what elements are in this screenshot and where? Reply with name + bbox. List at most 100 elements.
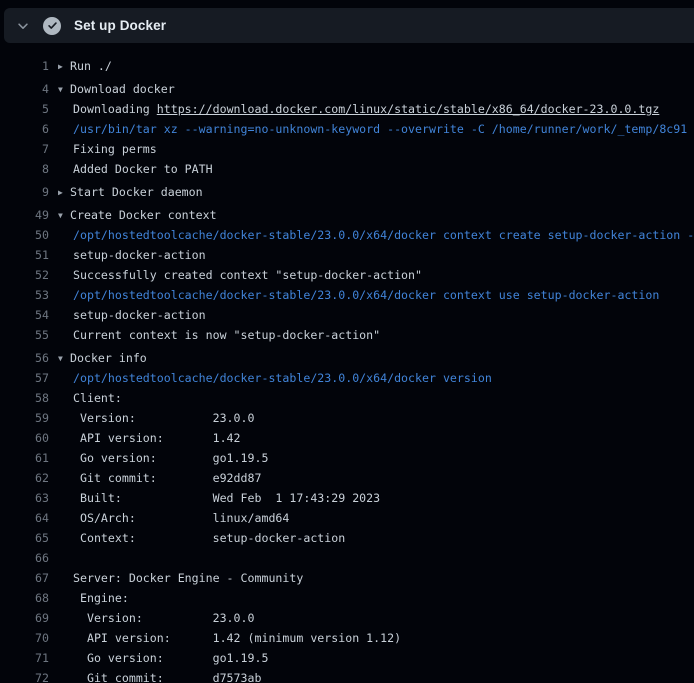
line-number[interactable]: 57 (0, 368, 49, 388)
log-group-title[interactable]: ▼Create Docker context (58, 205, 217, 225)
log-text-span: /opt/hostedtoolcache/docker-stable/23.0.… (73, 228, 694, 242)
line-number[interactable]: 60 (0, 428, 49, 448)
log-text-span: Create Docker context (70, 208, 217, 222)
line-number[interactable]: 54 (0, 305, 49, 325)
log-text: /opt/hostedtoolcache/docker-stable/23.0.… (58, 225, 694, 245)
log-line: 60 API version: 1.42 (0, 428, 694, 448)
step-title: Set up Docker (74, 18, 166, 33)
log-text-span: Version: 23.0.0 (73, 411, 254, 425)
log-text-span: Current context is now "setup-docker-act… (73, 328, 380, 342)
log-line: 56 ▼Docker info (0, 348, 694, 368)
log-text-span: Git commit: d7573ab (73, 671, 261, 683)
line-number[interactable]: 72 (0, 668, 49, 683)
log-text-span: Fixing perms (73, 142, 157, 156)
step-header[interactable]: Set up Docker (4, 8, 694, 43)
line-number[interactable]: 56 (0, 348, 49, 368)
log-text: Version: 23.0.0 (58, 608, 254, 628)
line-number[interactable]: 59 (0, 408, 49, 428)
log-url-link[interactable]: https://download.docker.com/linux/static… (157, 102, 660, 116)
line-number[interactable]: 50 (0, 225, 49, 245)
log-text: Fixing perms (58, 139, 157, 159)
line-number[interactable]: 64 (0, 508, 49, 528)
log-text: Git commit: d7573ab (58, 668, 261, 683)
log-group-title[interactable]: ▼Docker info (58, 348, 147, 368)
line-number[interactable]: 8 (0, 159, 49, 179)
log-text: Successfully created context "setup-dock… (58, 265, 422, 285)
log-text-span: Downloading (73, 102, 157, 116)
log-text-span: Docker info (70, 351, 147, 365)
log-text-span: API version: 1.42 (minimum version 1.12) (73, 631, 401, 645)
log-group-title[interactable]: ▶Start Docker daemon (58, 182, 203, 202)
log-line: 8 Added Docker to PATH (0, 159, 694, 179)
triangle-down-icon[interactable]: ▼ (58, 206, 70, 226)
log-text-span: OS/Arch: linux/amd64 (73, 511, 289, 525)
log-text: API version: 1.42 (58, 428, 241, 448)
log-line: 67 Server: Docker Engine - Community (0, 568, 694, 588)
line-number[interactable]: 53 (0, 285, 49, 305)
log-text: setup-docker-action (58, 305, 206, 325)
line-number[interactable]: 49 (0, 205, 49, 225)
chevron-down-icon[interactable] (16, 19, 30, 33)
line-number[interactable]: 63 (0, 488, 49, 508)
log-text-span: Go version: go1.19.5 (73, 651, 268, 665)
line-number[interactable]: 66 (0, 548, 49, 568)
log-text: /opt/hostedtoolcache/docker-stable/23.0.… (58, 368, 492, 388)
log-text: Engine: (58, 588, 129, 608)
line-number[interactable]: 69 (0, 608, 49, 628)
log-line: 50/opt/hostedtoolcache/docker-stable/23.… (0, 225, 694, 245)
log-text-span: Server: Docker Engine - Community (73, 571, 303, 585)
log-line: 70 API version: 1.42 (minimum version 1.… (0, 628, 694, 648)
log-line: 59 Version: 23.0.0 (0, 408, 694, 428)
line-number[interactable]: 9 (0, 182, 49, 202)
line-number[interactable]: 68 (0, 588, 49, 608)
log-line: 54 setup-docker-action (0, 305, 694, 325)
line-number[interactable]: 67 (0, 568, 49, 588)
line-number[interactable]: 70 (0, 628, 49, 648)
line-number[interactable]: 65 (0, 528, 49, 548)
log-text-span: Successfully created context "setup-dock… (73, 268, 422, 282)
line-number[interactable]: 55 (0, 325, 49, 345)
log-line: 63 Built: Wed Feb 1 17:43:29 2023 (0, 488, 694, 508)
log-text-span: Run ./ (70, 59, 112, 73)
log-text-span: Added Docker to PATH (73, 162, 213, 176)
line-number[interactable]: 1 (0, 56, 49, 76)
log-text: /usr/bin/tar xz --warning=no-unknown-key… (58, 119, 687, 139)
log-text-span: Git commit: e92dd87 (73, 471, 261, 485)
log-line: 49 ▼Create Docker context (0, 205, 694, 225)
log-lines[interactable]: 1▶Run ./4▼Download docker5Downloading ht… (0, 43, 694, 683)
log-line: 62 Git commit: e92dd87 (0, 468, 694, 488)
line-number[interactable]: 6 (0, 119, 49, 139)
log-line: 58 Client: (0, 388, 694, 408)
line-number[interactable]: 71 (0, 648, 49, 668)
log-line: 65 Context: setup-docker-action (0, 528, 694, 548)
triangle-down-icon[interactable]: ▼ (58, 80, 70, 100)
log-text-span: Go version: go1.19.5 (73, 451, 268, 465)
line-number[interactable]: 51 (0, 245, 49, 265)
log-text: Client: (58, 388, 122, 408)
log-text: Server: Docker Engine - Community (58, 568, 303, 588)
line-number[interactable]: 61 (0, 448, 49, 468)
line-number[interactable]: 58 (0, 388, 49, 408)
log-text: Downloading https://download.docker.com/… (58, 99, 659, 119)
log-text-span: API version: 1.42 (73, 431, 241, 445)
triangle-right-icon[interactable]: ▶ (58, 57, 70, 77)
log-text-span: setup-docker-action (73, 248, 206, 262)
triangle-down-icon[interactable]: ▼ (58, 349, 70, 369)
check-circle-icon (43, 17, 61, 35)
log-text-span: Download docker (70, 82, 175, 96)
line-number[interactable]: 7 (0, 139, 49, 159)
log-text-span: /opt/hostedtoolcache/docker-stable/23.0.… (73, 288, 659, 302)
line-number[interactable]: 52 (0, 265, 49, 285)
log-group-title[interactable]: ▶Run ./ (58, 56, 112, 76)
line-number[interactable]: 4 (0, 79, 49, 99)
log-text (58, 548, 73, 568)
line-number[interactable]: 62 (0, 468, 49, 488)
line-number[interactable]: 5 (0, 99, 49, 119)
log-text: OS/Arch: linux/amd64 (58, 508, 289, 528)
triangle-right-icon[interactable]: ▶ (58, 183, 70, 203)
log-text: /opt/hostedtoolcache/docker-stable/23.0.… (58, 285, 659, 305)
log-group-title[interactable]: ▼Download docker (58, 79, 175, 99)
log-text: Go version: go1.19.5 (58, 648, 268, 668)
log-line: 64 OS/Arch: linux/amd64 (0, 508, 694, 528)
log-line: 53/opt/hostedtoolcache/docker-stable/23.… (0, 285, 694, 305)
